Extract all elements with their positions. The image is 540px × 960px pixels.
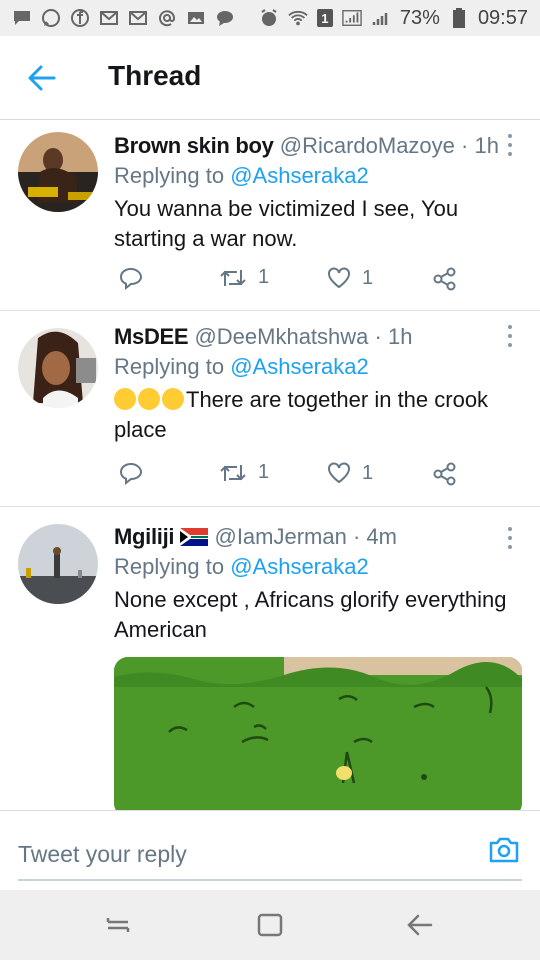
- reply-button[interactable]: [118, 266, 144, 290]
- notification-icons: [12, 9, 235, 27]
- share-icon: [433, 462, 456, 486]
- tweet-media-image[interactable]: [114, 657, 522, 817]
- tweet-actions: 1 1: [114, 461, 474, 491]
- retweet-count: 1: [258, 461, 270, 483]
- username[interactable]: @RicardoMazoye: [280, 133, 455, 158]
- battery-percent: 73%: [399, 6, 440, 29]
- tweet-text: None except , Africans glorify everythin…: [114, 587, 507, 642]
- system-icons: 1 73% 09:57: [259, 7, 528, 30]
- share-button[interactable]: [432, 461, 458, 487]
- south-africa-flag-icon: [180, 528, 209, 546]
- laughing-emoji-icon: [114, 388, 136, 410]
- page-title: Thread: [108, 60, 202, 91]
- avatar[interactable]: [18, 132, 98, 212]
- avatar[interactable]: [18, 524, 98, 604]
- status-bar: 1 73% 09:57: [0, 0, 540, 36]
- reply-composer[interactable]: Tweet your reply: [0, 810, 540, 890]
- replying-label: Replying to: [114, 354, 225, 379]
- rofl-emoji-icon: [138, 388, 160, 410]
- back-arrow-icon[interactable]: [26, 64, 58, 92]
- tweet-header: MsDEE @DeeMkhatshwa · 1h: [114, 323, 520, 351]
- tweet-header: Mgiliji @IamJerman · 4m: [114, 523, 520, 551]
- more-options-icon[interactable]: [508, 325, 514, 347]
- thread-header: Thread: [0, 36, 540, 120]
- username[interactable]: @IamJerman: [214, 524, 346, 549]
- more-options-icon[interactable]: [508, 134, 514, 156]
- display-name[interactable]: Mgiliji: [114, 524, 175, 549]
- laughing-emoji-icon: [162, 388, 184, 410]
- like-count: 1: [362, 266, 374, 289]
- whatsapp-icon: [41, 9, 61, 27]
- wifi-icon: [288, 9, 308, 27]
- heart-icon: [328, 462, 350, 484]
- chat-bubble-icon: [12, 9, 32, 27]
- more-options-icon[interactable]: [508, 527, 514, 549]
- recents-icon[interactable]: [104, 912, 132, 938]
- username[interactable]: @DeeMkhatshwa: [194, 324, 368, 349]
- replying-to: Replying to @Ashseraka2: [114, 552, 520, 582]
- reply-icon: [119, 462, 143, 485]
- like-count: 1: [362, 461, 374, 484]
- mention-link[interactable]: @Ashseraka2: [230, 163, 369, 188]
- reply-input[interactable]: Tweet your reply: [18, 841, 187, 868]
- gmail-icon: [99, 9, 119, 27]
- battery-icon: [449, 8, 469, 28]
- reply-button[interactable]: [118, 461, 144, 485]
- camera-icon[interactable]: [488, 835, 520, 865]
- like-button[interactable]: 1: [326, 266, 373, 290]
- clock: 09:57: [477, 6, 528, 29]
- alarm-icon: [259, 9, 279, 27]
- share-button[interactable]: [432, 266, 458, 292]
- share-icon: [433, 267, 456, 291]
- heart-icon: [328, 267, 350, 289]
- display-name[interactable]: MsDEE: [114, 324, 189, 349]
- home-icon[interactable]: [256, 912, 284, 938]
- timestamp: · 4m: [352, 524, 397, 549]
- avatar[interactable]: [18, 328, 98, 408]
- reply-icon: [119, 267, 143, 290]
- retweet-count: 1: [258, 266, 270, 288]
- tweet-actions: 1 1: [114, 266, 474, 296]
- retweet-button[interactable]: 1: [218, 266, 269, 289]
- replying-to: Replying to @Ashseraka2: [114, 352, 520, 382]
- facebook-icon: [70, 9, 90, 27]
- tweet-card[interactable]: MsDEE @DeeMkhatshwa · 1h Replying to @As…: [0, 311, 540, 507]
- retweet-button[interactable]: 1: [218, 461, 269, 484]
- sim-icon: 1: [316, 9, 333, 27]
- like-button[interactable]: 1: [326, 461, 373, 485]
- signal-bars-icon: [371, 9, 391, 27]
- replying-label: Replying to: [114, 163, 225, 188]
- retweet-icon: [220, 269, 246, 286]
- signal-icon: [342, 9, 362, 27]
- tweet-card[interactable]: Brown skin boy @RicardoMazoye · 1h Reply…: [0, 120, 540, 311]
- gmail-icon: [128, 9, 148, 27]
- timestamp: · 1h: [374, 324, 413, 349]
- display-name[interactable]: Brown skin boy: [114, 133, 274, 158]
- timestamp: · 1h: [461, 133, 499, 158]
- replying-to: Replying to @Ashseraka2: [114, 161, 520, 191]
- retweet-icon: [220, 464, 246, 481]
- system-nav-bar: [0, 890, 540, 960]
- mention-link[interactable]: @Ashseraka2: [230, 354, 369, 379]
- replying-label: Replying to: [114, 554, 225, 579]
- at-sign-icon: [157, 9, 177, 27]
- message-icon: [215, 9, 235, 27]
- mention-link[interactable]: @Ashseraka2: [230, 554, 369, 579]
- tweet-text: You wanna be victimized I see, You start…: [114, 196, 459, 251]
- tweet-text-container: There are together in the crook place: [114, 385, 520, 445]
- tweet-header: Brown skin boy @RicardoMazoye · 1h: [114, 132, 520, 160]
- divider: [18, 879, 522, 881]
- image-icon: [186, 9, 206, 27]
- back-icon[interactable]: [406, 912, 434, 938]
